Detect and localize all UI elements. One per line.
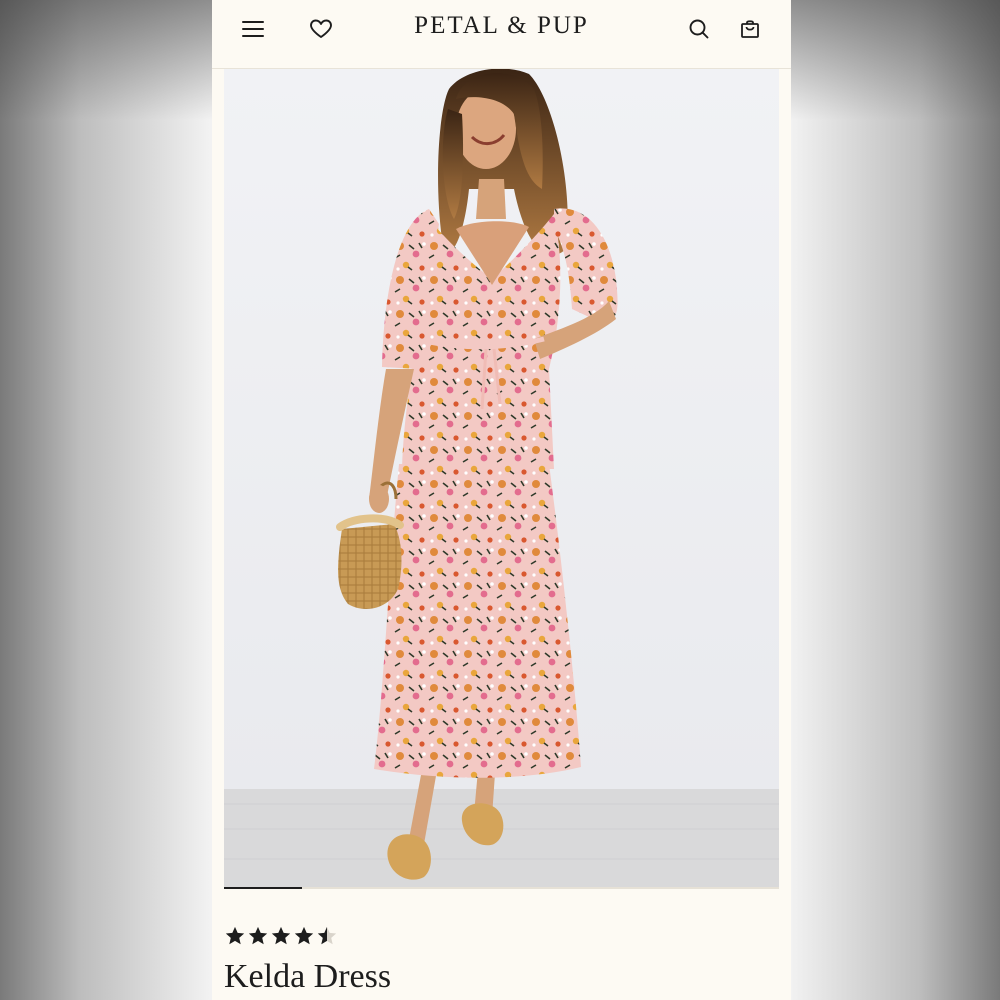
top-navigation-bar: PETAL & PUP — [212, 0, 791, 69]
search-icon[interactable] — [686, 16, 712, 42]
carousel-progress-indicator — [224, 887, 302, 889]
product-title: Kelda Dress — [224, 958, 392, 995]
star-full-icon — [225, 926, 245, 945]
phone-screen: PETAL & PUP Kelda Dress — [212, 0, 791, 1000]
star-full-icon — [294, 926, 314, 945]
star-full-icon — [248, 926, 268, 945]
star-rating[interactable] — [224, 923, 339, 949]
carousel-progress-track — [224, 887, 779, 889]
product-image[interactable] — [224, 69, 779, 889]
star-full-icon — [271, 926, 291, 945]
star-half-icon — [317, 926, 337, 945]
cart-icon[interactable] — [737, 16, 763, 42]
